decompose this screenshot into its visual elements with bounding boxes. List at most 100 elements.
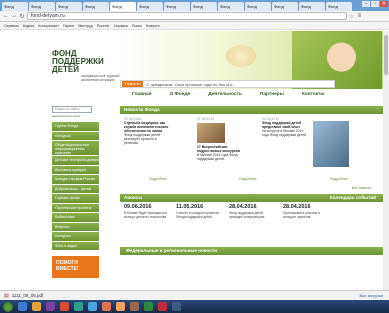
news-body: В Минске 2015 года Фонд поддержки детей.	[197, 153, 238, 161]
os-taskbar	[0, 300, 389, 313]
sidebar-item[interactable]: Выставка-ярмарка	[52, 165, 99, 175]
more-link[interactable]: Подробнее	[149, 177, 167, 181]
news-ticker-text[interactable]: С праздником. Свои прошлые года по тем к…	[146, 82, 235, 87]
announcement-body[interactable]: В Москве будет проводиться конкурс детск…	[124, 211, 172, 219]
scrollbar-thumb[interactable]	[384, 35, 388, 75]
taskbar-app-icon[interactable]	[88, 302, 97, 311]
taskbar-app-icon[interactable]	[158, 302, 167, 311]
nav-home[interactable]: Главная	[132, 90, 152, 99]
news-title[interactable]: Фонд поддержки детей представит свой опы…	[262, 121, 310, 129]
browser-tab[interactable]: Фонд	[191, 2, 217, 11]
menu-icon[interactable]: ≡	[356, 13, 362, 19]
calendar-link[interactable]: Календарь событий	[330, 194, 376, 202]
sidebar-item[interactable]: Конкурс городов России	[52, 175, 99, 185]
news-body: На встрече в Москве 2015 года Фонд подде…	[262, 129, 307, 137]
announcements-title: Анонсы	[124, 195, 143, 200]
sidebar-item[interactable]: Добровольцы - детям	[52, 184, 99, 194]
announcement-body[interactable]: Фонд поддержки детей проводит конференци…	[229, 211, 277, 219]
browser-tab[interactable]: Фонд	[29, 2, 55, 11]
browser-tab[interactable]: Фонд	[299, 2, 325, 11]
sidebar-item[interactable]: Вопросы	[52, 222, 99, 232]
news-title[interactable]: 27 Всероссийских подростковых конкурсов	[197, 145, 245, 153]
bookmark-item[interactable]: Кодекс	[23, 22, 35, 29]
site-logo[interactable]: ФОНД ПОДДЕРЖКИ ДЕТЕЙ находящихся в трудн…	[52, 50, 124, 90]
taskbar-app-icon[interactable]	[116, 302, 125, 311]
news-item[interactable]: 02.06.2015 Стрельба медицина, как служба…	[124, 117, 172, 145]
news-item[interactable]: 22.05.2015 Фонд поддержки детей представ…	[262, 117, 310, 137]
sidebar-item[interactable]: Детские телефоны доверия	[52, 156, 99, 166]
browser-tab[interactable]: Фонд	[137, 2, 163, 11]
advanced-search-link[interactable]: расширенный поиск	[52, 114, 99, 118]
nav-activity[interactable]: Деятельность	[208, 90, 242, 99]
address-bar[interactable]: fond-detyam.ru	[27, 12, 347, 20]
bookmark-item[interactable]: Минтруд	[78, 22, 92, 29]
taskbar-app-icon[interactable]	[172, 302, 181, 311]
page-scrollbar[interactable]	[383, 31, 389, 290]
more-link[interactable]: Подробнее	[239, 177, 257, 181]
taskbar-app-icon[interactable]	[32, 302, 41, 311]
announcement-date: 11.05.2016	[176, 204, 204, 210]
more-link[interactable]: Подробнее	[330, 177, 348, 181]
browser-tab[interactable]: Фонд	[218, 2, 244, 11]
announcement-item[interactable]: 09.06.2016 В Москве будет проводиться ко…	[124, 204, 172, 219]
search-input[interactable]: Поиск по сайту	[52, 106, 92, 113]
browser-tab[interactable]: Фонд	[56, 2, 82, 11]
sidebar-item[interactable]: Партнерские проекты	[52, 203, 99, 213]
announcement-item[interactable]: 28.04.2016 Приглашаем к участию в конкур…	[283, 204, 331, 219]
sidebar-item[interactable]: Конкурсы	[52, 232, 99, 242]
minimize-icon[interactable]: –	[362, 1, 370, 7]
bookmark-item[interactable]: Гарант	[63, 22, 74, 29]
bookmark-item[interactable]: Росстат	[97, 22, 110, 29]
sidebar-item[interactable]: Горячие линии	[52, 194, 99, 204]
browser-tab[interactable]: Фонд	[245, 2, 271, 11]
taskbar-app-icon[interactable]	[144, 302, 153, 311]
news-item[interactable]: 27.05.2015 27 Всероссийских подростковых…	[197, 117, 245, 161]
start-button[interactable]	[3, 301, 13, 312]
browser-tab[interactable]: Фонд	[110, 2, 136, 11]
announcement-item[interactable]: 11.05.2016 Участие в конкурсе проектов Ф…	[176, 204, 224, 219]
sidebar-item[interactable]: Фото и видео	[52, 241, 99, 251]
news-title[interactable]: Стрельба медицина, как служба вспомогате…	[124, 121, 172, 133]
downloaded-file[interactable]: 1111_09_05.pdf	[12, 293, 44, 298]
close-icon[interactable]: ✕	[380, 1, 388, 7]
forward-icon[interactable]: →	[11, 13, 17, 19]
web-page: ФОНД ПОДДЕРЖКИ ДЕТЕЙ находящихся в трудн…	[0, 31, 389, 290]
help-banner[interactable]: ПОМОГИ ВМЕСТЕ!	[52, 256, 99, 278]
news-thumbnail[interactable]	[313, 121, 349, 167]
announcement-item[interactable]: 28.04.2016 Фонд поддержки детей проводит…	[229, 204, 277, 219]
back-icon[interactable]: ←	[3, 13, 9, 19]
news-ticker[interactable]: Новости С праздником. Свои прошлые года …	[120, 80, 335, 88]
announcement-body[interactable]: Приглашаем к участию в конкурсе проектов…	[283, 211, 331, 219]
reload-icon[interactable]: ↻	[19, 13, 25, 20]
nav-about[interactable]: О Фонде	[170, 90, 191, 99]
bookmark-item[interactable]: Поиск	[132, 22, 142, 29]
announcement-body[interactable]: Участие в конкурсе проектов Фонда поддер…	[176, 211, 224, 219]
browser-tab[interactable]: Фонд	[272, 2, 298, 11]
news-thumbnail[interactable]	[197, 123, 225, 143]
taskbar-app-icon[interactable]	[18, 302, 27, 311]
bookmark-item[interactable]: Справка	[114, 22, 128, 29]
all-news-link[interactable]: Все новости	[352, 186, 371, 190]
browser-tab[interactable]: Фонд	[326, 2, 352, 11]
show-all-downloads-link[interactable]: Все загрузки	[359, 293, 383, 298]
nav-partners[interactable]: Партнеры	[260, 90, 284, 99]
bookmark-star-icon[interactable]: ☆	[349, 13, 354, 20]
maximize-icon[interactable]: ▫	[371, 1, 379, 7]
nav-contacts[interactable]: Контакты	[302, 90, 325, 99]
bookmark-item[interactable]: Сервисы	[4, 22, 19, 29]
taskbar-app-icon[interactable]	[46, 302, 55, 311]
sidebar-item[interactable]: Группа Фонда	[52, 122, 99, 132]
browser-tab[interactable]: Фонд	[164, 2, 190, 11]
taskbar-app-icon[interactable]	[130, 302, 139, 311]
taskbar-app-icon[interactable]	[102, 302, 111, 311]
taskbar-app-icon[interactable]	[74, 302, 83, 311]
pdf-file-icon: ▤	[4, 292, 9, 299]
browser-tab[interactable]: Фонд	[2, 2, 28, 11]
bookmark-item[interactable]: Консультант	[38, 22, 59, 29]
browser-tab[interactable]: Фонд	[83, 2, 109, 11]
sidebar-item[interactable]: Библиотека	[52, 213, 99, 223]
taskbar-app-icon[interactable]	[60, 302, 69, 311]
sidebar-item[interactable]: Общенациональная информационная кампания	[52, 141, 99, 156]
bookmark-item[interactable]: Новости	[146, 22, 160, 29]
sidebar-item[interactable]: Конкурсы	[52, 131, 99, 141]
